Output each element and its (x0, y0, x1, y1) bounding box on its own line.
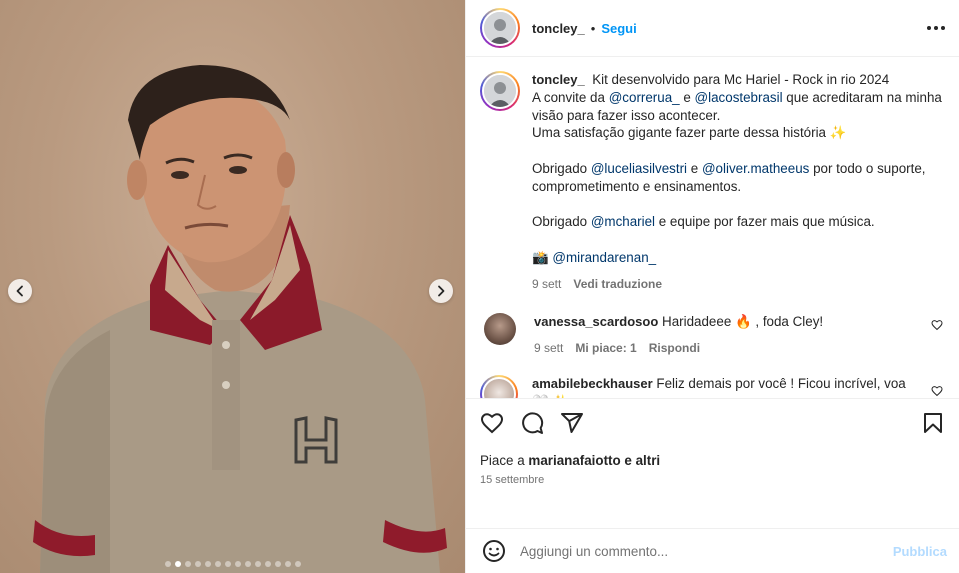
heart-icon[interactable] (931, 385, 943, 397)
carousel-dot (274, 561, 281, 567)
commenter-username[interactable]: amabilebeckhauser (532, 376, 653, 391)
caption-avatar[interactable] (480, 71, 520, 111)
translate-link[interactable]: Vedi traduzione (573, 277, 662, 291)
mention-link[interactable]: @luceliasilvestri (591, 161, 687, 176)
bookmark-icon[interactable] (921, 411, 945, 435)
caption-line: Obrigado (532, 160, 588, 176)
author-avatar[interactable] (480, 8, 520, 48)
comment-time[interactable]: 9 sett (534, 339, 563, 357)
post-sidebar: toncley_ • Segui toncley_ Kit desenvolvi… (465, 0, 959, 573)
post-date[interactable]: 15 settembre (480, 474, 945, 486)
caption-time[interactable]: 9 sett (532, 277, 561, 291)
publish-button[interactable]: Pubblica (893, 544, 947, 559)
previous-slide-button[interactable] (8, 279, 32, 303)
likes-summary: Piace a marianafaiotto e altri (480, 453, 945, 468)
comment-item: vanessa_scardosoo Haridadeee 🔥 , foda Cl… (480, 312, 945, 357)
carousel-dot (284, 561, 291, 567)
caption-line: e equipe por fazer mais que música. (658, 214, 875, 230)
chevron-right-icon (438, 285, 445, 297)
action-bar: Piace a marianafaiotto e altri 15 settem… (466, 398, 959, 528)
mention-link[interactable]: @correrua_ (609, 90, 680, 105)
carousel-indicator (0, 561, 465, 567)
caption-line: Obrigado (532, 214, 588, 230)
author-username[interactable]: toncley_ (532, 21, 585, 36)
likes-prefix: Piace a (480, 453, 525, 468)
carousel-dot (264, 561, 271, 567)
more-icon[interactable] (927, 26, 945, 30)
carousel-dot (174, 561, 181, 567)
comment-input[interactable] (520, 543, 893, 559)
carousel-dot (234, 561, 241, 567)
emoji-icon[interactable] (482, 539, 506, 563)
caption-line: Kit desenvolvido para Mc Hariel - Rock i… (592, 72, 890, 87)
heart-icon[interactable] (931, 319, 943, 331)
caption-username[interactable]: toncley_ (532, 72, 585, 87)
post-header: toncley_ • Segui (466, 0, 959, 57)
mention-link[interactable]: @mchariel (591, 214, 655, 229)
heart-icon[interactable] (480, 411, 504, 435)
post-photo (0, 0, 465, 573)
commenter-avatar[interactable] (480, 374, 518, 398)
carousel-dot (214, 561, 221, 567)
caption-block: toncley_ Kit desenvolvido para Mc Hariel… (480, 71, 945, 291)
comment-likes[interactable]: Mi piace: 1 (575, 339, 636, 357)
caption-text: toncley_ Kit desenvolvido para Mc Hariel… (532, 71, 945, 267)
carousel-dot (244, 561, 251, 567)
caption-line: Uma satisfação gigante fazer parte dessa… (532, 125, 847, 141)
commenter-username[interactable]: vanessa_scardosoo (534, 314, 658, 329)
commenter-avatar[interactable] (484, 312, 516, 345)
next-slide-button[interactable] (429, 279, 453, 303)
mention-link[interactable]: @lacostebrasil (695, 90, 783, 105)
post-dialog: toncley_ • Segui toncley_ Kit desenvolvi… (0, 0, 959, 573)
reply-button[interactable]: Rispondi (649, 339, 700, 357)
follow-button[interactable]: Segui (601, 21, 636, 36)
carousel-dot (164, 561, 171, 567)
liker-username[interactable]: marianafaiotto (528, 453, 620, 468)
chevron-left-icon (16, 285, 23, 297)
caption-meta: 9 sett Vedi traduzione (532, 277, 945, 291)
mention-link[interactable]: @mirandarenan_ (552, 250, 656, 265)
caption-line: A convite da (532, 89, 605, 105)
add-comment-bar: Pubblica (466, 528, 959, 573)
caption-line: e (683, 89, 691, 105)
carousel-dot (204, 561, 211, 567)
caption-line: e (690, 160, 699, 176)
portrait-illustration (33, 65, 447, 573)
comment-item: amabilebeckhauser Feliz demais por você … (480, 374, 945, 398)
comments-area[interactable]: toncley_ Kit desenvolvido para Mc Hariel… (466, 57, 959, 398)
share-icon[interactable] (560, 411, 584, 435)
carousel-dot (254, 561, 261, 567)
camera-emoji: 📸 (532, 249, 549, 265)
likes-others[interactable]: e altri (624, 453, 660, 468)
carousel-dot (224, 561, 231, 567)
carousel-dot (294, 561, 301, 567)
carousel-dot (184, 561, 191, 567)
comment-icon[interactable] (520, 411, 544, 435)
separator-dot: • (590, 20, 596, 36)
carousel-dot (194, 561, 201, 567)
mention-link[interactable]: @oliver.matheeus (702, 161, 809, 176)
comment-text: Haridadeee 🔥 , foda Cley! (662, 313, 824, 329)
